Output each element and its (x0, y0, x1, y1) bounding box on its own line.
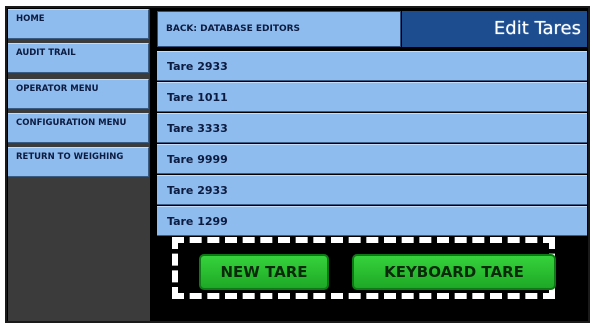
tare-list-item[interactable]: Tare 1011 (157, 82, 587, 112)
sidebar-item-operator-menu[interactable]: OPERATOR MENU (8, 79, 149, 109)
sidebar-item-label: HOME (16, 14, 45, 24)
tare-list-item[interactable]: Tare 1299 (157, 206, 587, 236)
sidebar-item-label: AUDIT TRAIL (16, 48, 76, 58)
sidebar-item-label: RETURN TO WEIGHING (16, 152, 124, 162)
header: BACK: DATABASE EDITORS Edit Tares (155, 9, 588, 49)
keyboard-tare-button[interactable]: KEYBOARD TARE (352, 254, 556, 290)
sidebar: HOME AUDIT TRAIL OPERATOR MENU CONFIGURA… (8, 9, 150, 321)
sidebar-item-audit-trail[interactable]: AUDIT TRAIL (8, 43, 149, 73)
sidebar-item-label: CONFIGURATION MENU (16, 118, 127, 128)
tare-list-item[interactable]: Tare 3333 (157, 113, 587, 143)
sidebar-item-configuration-menu[interactable]: CONFIGURATION MENU (8, 113, 149, 143)
back-button[interactable]: BACK: DATABASE EDITORS (157, 11, 401, 47)
new-tare-button[interactable]: NEW TARE (199, 254, 329, 290)
sidebar-item-home[interactable]: HOME (8, 9, 149, 39)
action-button-group: NEW TARE KEYBOARD TARE (172, 237, 556, 299)
sidebar-item-return-to-weighing[interactable]: RETURN TO WEIGHING (8, 147, 149, 177)
main-panel: BACK: DATABASE EDITORS Edit Tares Tare 2… (155, 9, 588, 321)
tare-list-item[interactable]: Tare 9999 (157, 144, 587, 174)
sidebar-item-label: OPERATOR MENU (16, 84, 99, 94)
page-title: Edit Tares (402, 11, 587, 47)
tare-list-item[interactable]: Tare 2933 (157, 175, 587, 205)
tare-list-item[interactable]: Tare 2933 (157, 51, 587, 81)
tare-editor-screen: HOME AUDIT TRAIL OPERATOR MENU CONFIGURA… (5, 6, 590, 323)
